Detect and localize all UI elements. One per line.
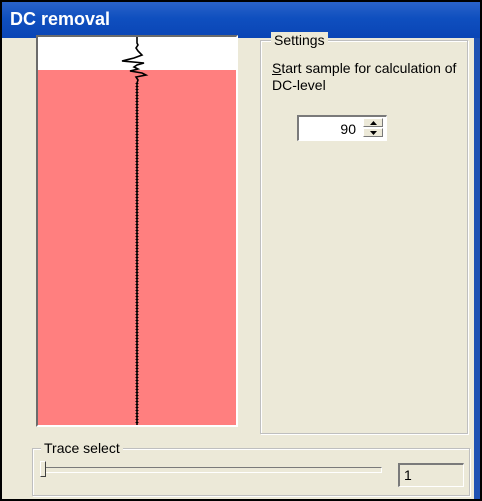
dc-removal-dialog: DC removal Settings Start sample for cal…	[0, 0, 482, 501]
start-sample-value[interactable]: 90	[340, 119, 356, 139]
settings-group: Settings	[260, 32, 468, 434]
window-title: DC removal	[2, 2, 480, 38]
arrow-up-icon	[370, 121, 377, 125]
spin-up-button[interactable]	[363, 118, 383, 127]
settings-legend: Settings	[271, 32, 328, 48]
spin-down-button[interactable]	[363, 128, 383, 137]
trace-number-field: 1	[398, 463, 464, 487]
start-sample-spinbox[interactable]: 90	[297, 115, 387, 141]
spin-buttons	[363, 118, 385, 139]
arrow-down-icon	[370, 131, 377, 135]
trace-line	[121, 37, 149, 425]
start-sample-mnemonic: S	[272, 60, 282, 76]
trace-select-legend: Trace select	[41, 440, 123, 456]
trace-slider-track[interactable]	[40, 467, 382, 473]
start-sample-label: Start sample for calculation of DC-level	[272, 60, 462, 94]
start-sample-text: tart sample for calculation of DC-level	[272, 60, 457, 93]
trace-slider-thumb[interactable]	[40, 461, 46, 477]
trace-preview	[36, 35, 238, 427]
trace-waveform	[121, 37, 149, 425]
